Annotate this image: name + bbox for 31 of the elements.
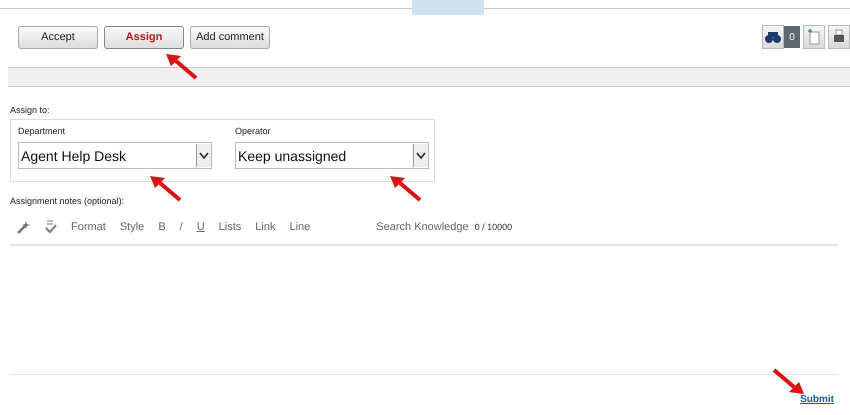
submit-link[interactable]: Submit bbox=[800, 394, 834, 405]
toolbar-item[interactable]: Lists bbox=[218, 221, 242, 233]
field-label: Department bbox=[18, 126, 66, 136]
toolbar-item[interactable]: / bbox=[180, 221, 183, 233]
dropdown-caret-icon[interactable] bbox=[196, 144, 211, 167]
select-field[interactable]: Agent Help Desk bbox=[18, 142, 212, 169]
arrow-annotation bbox=[166, 54, 198, 80]
toolbar-item[interactable]: U bbox=[196, 221, 205, 233]
counter: 0 bbox=[784, 26, 800, 48]
arrow-annotation bbox=[772, 368, 804, 394]
toolbar-item[interactable]: B bbox=[158, 221, 166, 233]
toolbar-item[interactable]: Style bbox=[120, 221, 144, 233]
action-button[interactable]: Accept bbox=[18, 26, 98, 48]
action-button[interactable]: Assign bbox=[104, 26, 184, 48]
toolbar-item[interactable]: Link bbox=[255, 221, 276, 233]
spellcheck-icon[interactable] bbox=[45, 220, 57, 234]
search-knowledge-link[interactable]: Search Knowledge bbox=[376, 221, 469, 233]
wand-icon[interactable] bbox=[17, 220, 31, 234]
notes-label: Assignment notes (optional): bbox=[10, 196, 126, 206]
print-icon[interactable] bbox=[828, 25, 850, 49]
action-button[interactable]: Add comment bbox=[190, 26, 270, 48]
assign-heading: Assign to: bbox=[10, 105, 51, 115]
field-label: Operator bbox=[235, 126, 272, 136]
dropdown-caret-icon[interactable] bbox=[413, 144, 428, 167]
toolbar-item[interactable]: Format bbox=[71, 221, 106, 233]
arrow-annotation bbox=[150, 176, 182, 202]
select-field[interactable]: Keep unassigned bbox=[235, 142, 429, 169]
binoculars-icon[interactable] bbox=[762, 25, 784, 49]
character-count: 0 / 10000 bbox=[474, 222, 512, 232]
toolbar-item[interactable]: Line bbox=[289, 221, 310, 233]
arrow-annotation bbox=[390, 176, 422, 202]
